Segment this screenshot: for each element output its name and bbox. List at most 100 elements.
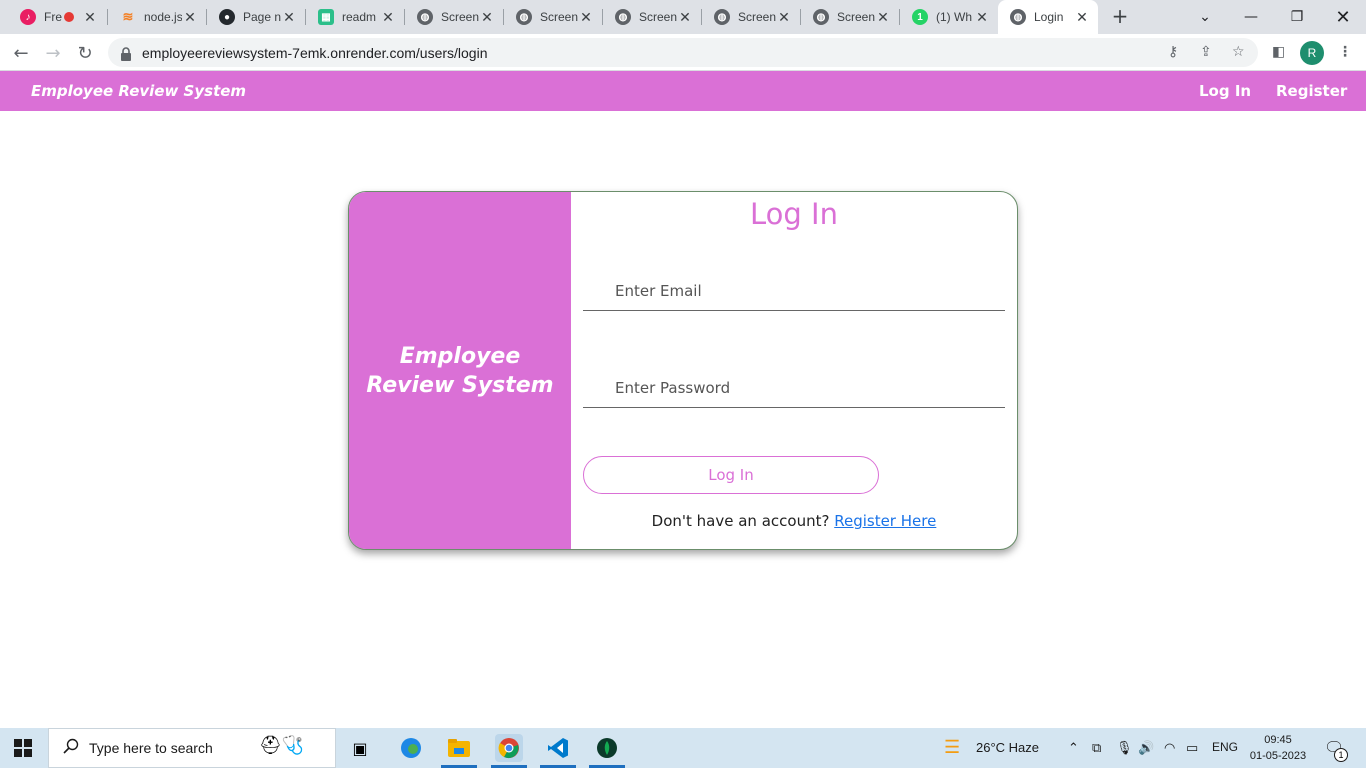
share-icon[interactable]: ⇪ [1200,44,1212,60]
microphone-icon[interactable]: 🎙 [1116,740,1133,756]
github-icon: ● [219,9,235,25]
close-icon[interactable]: ✕ [82,9,98,26]
login-submit-button[interactable]: Log In [583,456,879,494]
language-indicator[interactable]: ENG [1212,740,1238,754]
mongodb-compass-icon[interactable] [593,734,621,762]
tab-title: (1) Wh [936,10,972,24]
reload-button[interactable]: ↻ [72,40,98,66]
globe-icon: ◍ [417,9,433,25]
tab-title: Screen [837,10,875,24]
close-icon[interactable]: ✕ [974,9,990,26]
recording-icon [64,12,74,22]
tab-title: Fre [44,10,62,24]
minimize-button[interactable]: — [1228,0,1274,34]
tab-9[interactable]: 1 (1) Wh ✕ [900,0,998,34]
clock-date: 01-05-2023 [1249,750,1307,762]
search-highlight-doodle-icon: ⛑🩺 [259,735,305,756]
tab-title: Screen [639,10,677,24]
address-bar[interactable]: employeereviewsystem-7emk.onrender.com/u… [108,38,1258,67]
card-brand-title: Employee Review System [366,343,554,398]
back-button[interactable]: ← [8,40,34,66]
system-clock[interactable]: 09:45 01-05-2023 [1245,732,1311,764]
close-icon[interactable]: ✕ [182,9,198,26]
globe-icon: ◍ [813,9,829,25]
tab-search-chevron-icon[interactable]: ⌄ [1182,0,1228,34]
weather-haze-icon: ☰ [944,737,961,757]
globe-icon: ◍ [516,9,532,25]
tab-title: Login [1034,10,1064,24]
speaker-icon[interactable]: 🔊 [1138,740,1154,756]
key-icon[interactable]: ⚷ [1168,44,1178,60]
close-icon[interactable]: ✕ [1074,9,1090,26]
register-prompt-text: Don't have an account? [651,512,830,530]
tab-login-active[interactable]: ◍ Login ✕ [998,0,1098,34]
tab-5[interactable]: ◍ Screen ✕ [504,0,602,34]
battery-icon[interactable]: ▭ [1186,740,1198,756]
close-icon[interactable]: ✕ [380,9,396,26]
profile-avatar[interactable]: R [1300,41,1324,65]
nav-register-link[interactable]: Register [1276,82,1347,100]
weather-text[interactable]: 26°C Haze [976,740,1039,755]
wifi-icon[interactable]: ◠ [1164,740,1175,756]
nav-login-link[interactable]: Log In [1199,82,1251,100]
globe-icon: ◍ [615,9,631,25]
tab-title: readm [342,10,377,24]
vscode-icon[interactable] [544,734,572,762]
close-icon[interactable]: ✕ [677,9,693,26]
taskbar-search-box[interactable]: Type here to search ⛑🩺 [48,728,336,768]
lock-icon [120,46,132,61]
window-close-button[interactable]: ✕ [1320,0,1366,34]
site-navbar: Employee Review System Log In Register [0,71,1366,111]
chrome-icon[interactable] [495,734,523,762]
tab-title: Screen [738,10,776,24]
tab-4[interactable]: ◍ Screen ✕ [405,0,503,34]
edge-icon[interactable] [397,734,425,762]
globe-icon: ◍ [714,9,730,25]
tab-6[interactable]: ◍ Screen ✕ [603,0,701,34]
password-field[interactable] [583,368,1005,408]
notification-count-badge: 1 [1334,748,1348,762]
close-icon[interactable]: ✕ [875,9,891,26]
restore-button[interactable]: ❐ [1274,0,1320,34]
close-icon[interactable]: ✕ [479,9,495,26]
stackoverflow-icon: ≋ [122,9,134,24]
tab-title: Screen [540,10,578,24]
search-icon [63,738,79,758]
tab-1[interactable]: ≋ node.js ✕ [108,0,206,34]
windows-start-icon[interactable] [14,739,32,757]
browser-tab-strip: ♪ Fre ✕ ≋ node.js ✕ ● Page n ✕ ▦ readm ✕… [0,0,1366,34]
search-placeholder: Type here to search [89,740,213,756]
meet-now-icon[interactable]: ⧉ [1092,740,1101,756]
tab-2[interactable]: ● Page n ✕ [207,0,305,34]
tab-title: Page n [243,10,281,24]
url-text: employeereviewsystem-7emk.onrender.com/u… [142,44,488,61]
card-brand-panel: Employee Review System [349,192,571,549]
show-hidden-icons-chevron-icon[interactable]: ⌃ [1068,740,1079,756]
tab-3[interactable]: ▦ readm ✕ [306,0,404,34]
task-view-icon[interactable]: ▣ [346,734,374,762]
register-here-link[interactable]: Register Here [834,512,936,530]
register-prompt-line: Don't have an account? Register Here [571,512,1017,530]
tab-title: node.js [144,10,182,24]
whatsapp-icon: 1 [912,9,928,25]
side-panel-icon[interactable]: ◧ [1272,44,1285,60]
globe-icon: ◍ [1010,9,1026,25]
bookmark-star-icon[interactable]: ☆ [1232,44,1245,60]
browser-toolbar: ← → ↻ employeereviewsystem-7emk.onrender… [0,34,1366,71]
login-card: Employee Review System Log In Log In Don… [348,191,1018,550]
tab-0[interactable]: ♪ Fre ✕ [8,0,106,34]
editor-icon: ▦ [318,9,334,25]
windows-taskbar: Type here to search ⛑🩺 ▣ ☰ 26°C Haze ⌃ ⧉… [0,728,1366,768]
email-field[interactable] [583,271,1005,311]
new-tab-button[interactable]: + [1108,5,1132,29]
close-icon[interactable]: ✕ [578,9,594,26]
close-icon[interactable]: ✕ [776,9,792,26]
tab-7[interactable]: ◍ Screen ✕ [702,0,800,34]
menu-kebab-icon[interactable]: ⋮ [1338,44,1352,60]
forward-button[interactable]: → [40,40,66,66]
tab-8[interactable]: ◍ Screen ✕ [801,0,899,34]
close-icon[interactable]: ✕ [281,9,297,26]
file-explorer-icon[interactable] [445,734,473,762]
tab-title: Screen [441,10,479,24]
site-brand[interactable]: Employee Review System [31,82,246,100]
